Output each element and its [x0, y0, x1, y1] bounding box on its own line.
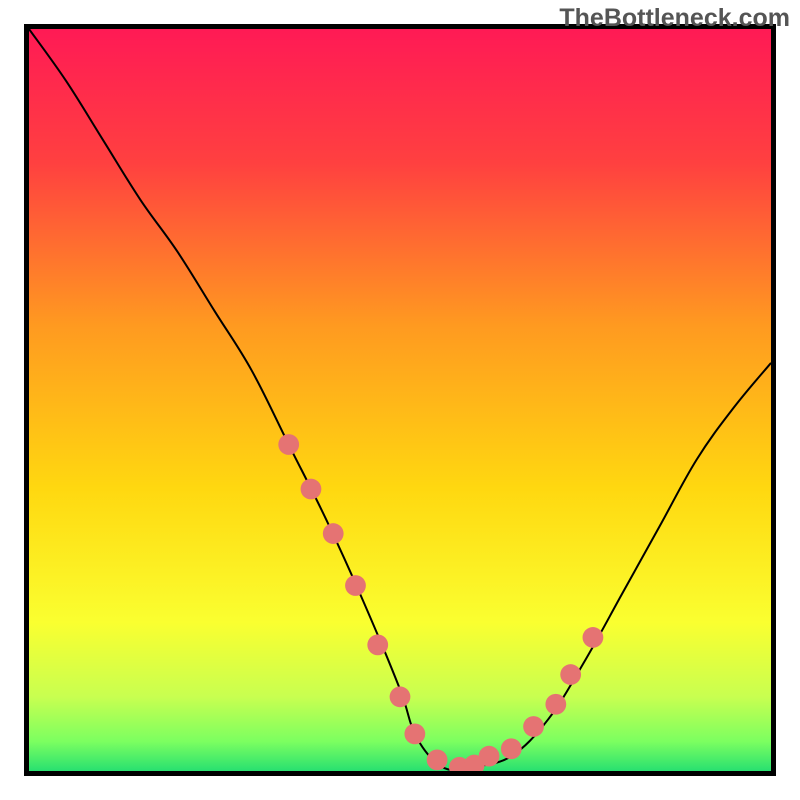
marker-dot [404, 724, 425, 745]
marker-dot [345, 575, 366, 596]
watermark-text: TheBottleneck.com [559, 4, 790, 33]
chart-svg [29, 29, 771, 771]
marker-dot [501, 738, 522, 759]
marker-dot [323, 523, 344, 544]
marker-dot [427, 749, 448, 770]
marker-dot [278, 434, 299, 455]
marker-dot [301, 479, 322, 500]
marker-dot [367, 634, 388, 655]
marker-dot [560, 664, 581, 685]
marker-dot [523, 716, 544, 737]
marker-dot [545, 694, 566, 715]
chart-plot-area [24, 24, 776, 776]
marker-dot [583, 627, 604, 648]
marker-dot [479, 746, 500, 767]
marker-dot [390, 686, 411, 707]
gradient-background [29, 29, 771, 771]
